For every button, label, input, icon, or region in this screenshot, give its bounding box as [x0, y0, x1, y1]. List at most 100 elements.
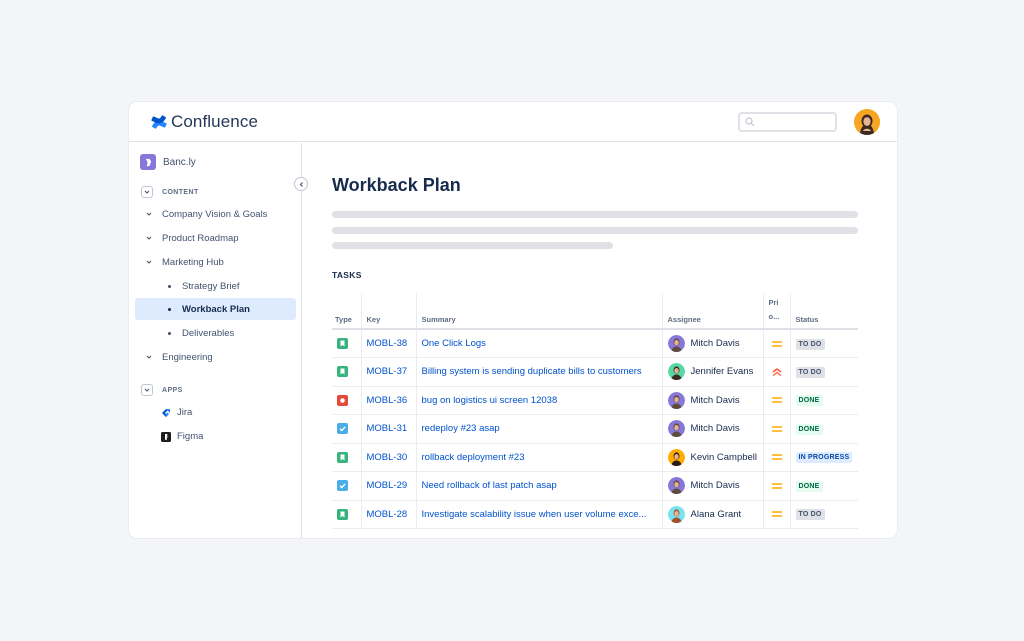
chevron-down-icon[interactable]	[144, 235, 154, 241]
main-content: Workback Plan TASKS Type Key Summary Ass…	[303, 143, 897, 538]
issue-key[interactable]: MOBL-38	[360, 329, 416, 358]
sidebar-item-deliverables[interactable]: Deliverables	[135, 322, 296, 344]
sidebar-app-jira[interactable]: Jira	[161, 407, 192, 418]
issue-summary[interactable]: Investigate scalability issue when user …	[415, 500, 662, 529]
story-icon	[337, 338, 348, 349]
status-badge[interactable]: TO DO	[795, 338, 825, 350]
status-cell: DONE	[789, 471, 858, 501]
collapse-sidebar-button[interactable]	[294, 177, 308, 191]
assignee-name: Mitch Davis	[690, 480, 740, 492]
issue-key[interactable]: MOBL-36	[360, 386, 416, 415]
issue-type-cell	[332, 386, 361, 415]
sidebar-item-strategy-brief[interactable]: Strategy Brief	[135, 275, 296, 297]
jira-icon	[161, 408, 171, 418]
avatar[interactable]	[667, 448, 685, 466]
status-cell: DONE	[789, 386, 858, 415]
issue-summary[interactable]: bug on logistics ui screen 12038	[415, 386, 662, 415]
table-row[interactable]: MOBL-29 Need rollback of last patch asap M…	[332, 471, 858, 501]
table-row[interactable]: MOBL-37 Billing system is sending duplica…	[332, 357, 858, 387]
chevron-down-icon[interactable]	[144, 259, 154, 265]
table-row[interactable]: MOBL-38 One Click Logs Mitch Davis TO DO	[332, 329, 858, 358]
search-input[interactable]	[738, 112, 837, 132]
story-icon	[337, 451, 348, 463]
avatar[interactable]	[667, 363, 685, 381]
issue-key[interactable]: MOBL-28	[360, 500, 416, 529]
issue-summary[interactable]: Billing system is sending duplicate bill…	[415, 357, 662, 387]
content-section-header[interactable]: CONTENT	[141, 186, 199, 198]
status-badge[interactable]: DONE	[795, 423, 823, 435]
chevron-down-icon[interactable]	[141, 384, 153, 396]
status-badge[interactable]: DONE	[795, 480, 823, 492]
status-badge[interactable]: DONE	[795, 395, 823, 407]
confluence-logo-icon	[151, 115, 167, 129]
sidebar-item-product-roadmap[interactable]: Product Roadmap	[135, 227, 296, 249]
issue-key[interactable]: MOBL-37	[360, 357, 416, 387]
status-badge[interactable]: TO DO	[795, 509, 825, 521]
issue-type-cell	[332, 329, 361, 358]
sidebar-item-workback-plan[interactable]: Workback Plan	[135, 298, 296, 320]
column-header-status[interactable]: Status	[789, 293, 858, 330]
chevron-down-icon[interactable]	[141, 186, 153, 198]
assignee-name: Mitch Davis	[690, 423, 740, 435]
assignee-cell: Mitch Davis	[661, 471, 763, 501]
table-row[interactable]: MOBL-28 Investigate scalability issue whe…	[332, 500, 858, 529]
story-icon	[337, 508, 348, 520]
sidebar-item-company-vision[interactable]: Company Vision & Goals	[135, 203, 296, 225]
priority-highest-icon	[772, 367, 781, 376]
priority-medium-icon	[771, 397, 782, 404]
table-row[interactable]: MOBL-36 bug on logistics ui screen 12038 M…	[332, 386, 858, 415]
priority-medium-icon	[771, 482, 782, 489]
issue-summary[interactable]: redeploy #23 asap	[415, 414, 662, 444]
column-header-summary[interactable]: Summary	[415, 293, 662, 330]
assignee-name: Mitch Davis	[690, 394, 740, 406]
column-header-key[interactable]: Key	[360, 293, 416, 330]
user-avatar[interactable]	[854, 109, 880, 135]
column-header-type[interactable]: Type	[332, 293, 361, 330]
table-row[interactable]: MOBL-30 rollback deployment #23 Kevin Camp…	[332, 443, 858, 472]
assignee-name: Jennifer Evans	[690, 366, 754, 378]
apps-section-header[interactable]: APPS	[141, 384, 183, 396]
avatar[interactable]	[667, 477, 685, 495]
issue-key[interactable]: MOBL-29	[360, 471, 416, 501]
issue-summary[interactable]: rollback deployment #23	[415, 443, 662, 472]
space-header[interactable]: Banc.ly	[140, 154, 196, 170]
sidebar-item-label: Strategy Brief	[182, 280, 240, 292]
chevron-down-icon[interactable]	[144, 354, 154, 360]
confluence-logo[interactable]: Confluence	[151, 112, 258, 132]
column-header-priority[interactable]: Pri o...	[762, 293, 790, 330]
status-cell: TO DO	[789, 329, 858, 358]
bug-icon	[337, 394, 348, 406]
bullet-icon	[168, 331, 171, 335]
sidebar-app-label: Figma	[177, 431, 204, 442]
column-header-assignee[interactable]: Assignee	[661, 293, 763, 330]
sidebar-app-figma[interactable]: Figma	[161, 431, 203, 442]
sidebar-item-label: Product Roadmap	[162, 232, 239, 244]
search-icon	[745, 117, 755, 127]
issue-summary[interactable]: Need rollback of last patch asap	[415, 471, 662, 501]
placeholder-line	[332, 211, 858, 218]
sidebar-item-engineering[interactable]: Engineering	[135, 346, 296, 368]
issue-type-cell	[332, 500, 361, 529]
avatar[interactable]	[667, 505, 685, 523]
assignee-cell: Kevin Campbell	[661, 443, 763, 472]
avatar[interactable]	[667, 420, 685, 438]
status-badge[interactable]: IN PROGRESS	[795, 452, 853, 464]
chevron-down-icon[interactable]	[144, 211, 154, 217]
sidebar: Banc.ly CONTENT Company Vision & Goals P…	[129, 143, 302, 538]
issue-key[interactable]: MOBL-31	[360, 414, 416, 444]
assignee-cell: Mitch Davis	[661, 329, 763, 358]
figma-icon	[161, 431, 171, 442]
priority-cell	[762, 443, 790, 472]
issue-key[interactable]: MOBL-30	[360, 443, 416, 472]
status-badge[interactable]: TO DO	[795, 366, 825, 378]
sidebar-item-marketing-hub[interactable]: Marketing Hub	[135, 251, 296, 273]
issue-type-cell	[332, 471, 361, 501]
issue-summary[interactable]: One Click Logs	[415, 329, 662, 358]
avatar[interactable]	[667, 335, 685, 352]
table-row[interactable]: MOBL-31 redeploy #23 asap Mitch Davis DONE	[332, 414, 858, 444]
space-logo-icon	[140, 154, 156, 170]
avatar[interactable]	[667, 391, 685, 409]
priority-medium-icon	[771, 454, 782, 461]
priority-cell	[762, 386, 790, 415]
tasks-heading: TASKS	[332, 270, 362, 280]
